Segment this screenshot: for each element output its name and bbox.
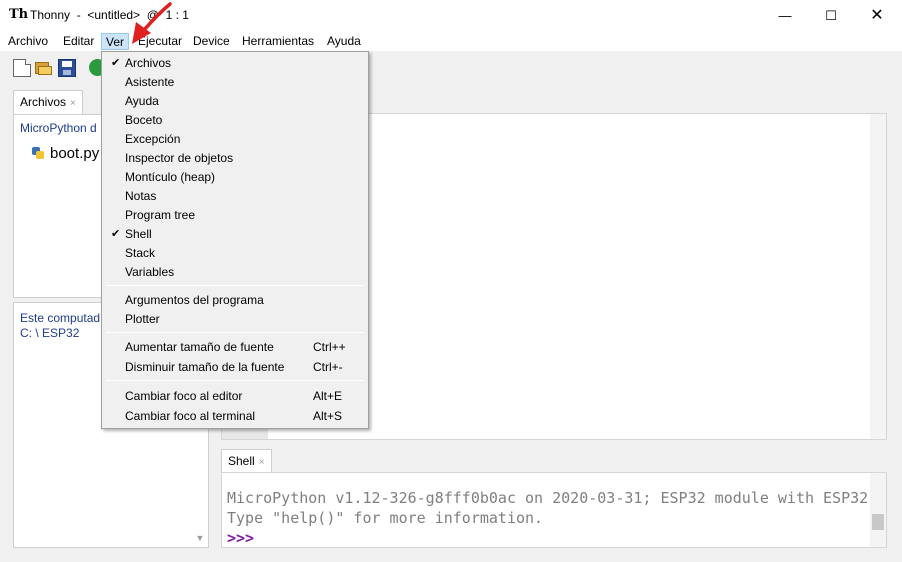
tab-close-icon[interactable]: × — [259, 457, 265, 468]
menu-separator — [106, 332, 364, 333]
device-title: MicroPython d — [20, 121, 97, 135]
computer-path[interactable]: C: \ ESP32 — [20, 326, 79, 340]
shell-prompt[interactable]: >>> — [227, 529, 254, 547]
menu-device[interactable]: Device — [189, 33, 234, 50]
python-file-icon — [32, 147, 44, 159]
menu-item-label: Stack — [125, 246, 156, 260]
scroll-down-icon[interactable]: ▼ — [194, 533, 206, 543]
menu-item-notas[interactable]: Notas — [104, 187, 366, 206]
menu-item-disminuir-fuente[interactable]: Disminuir tamaño de la fuente Ctrl+- — [104, 358, 366, 377]
tab-archivos-label: Archivos — [20, 95, 67, 109]
menu-item-aumentar-fuente[interactable]: Aumentar tamaño de fuente Ctrl++ — [104, 338, 366, 357]
menu-item-asistente[interactable]: Asistente — [104, 73, 366, 92]
menu-item-excepcion[interactable]: Excepción — [104, 130, 366, 149]
menu-item-label: Archivos — [125, 56, 172, 70]
menu-item-label: Aumentar tamaño de fuente — [125, 340, 274, 354]
menu-item-plotter[interactable]: Plotter — [104, 310, 366, 329]
menu-separator — [106, 285, 364, 286]
menu-item-label: Montículo (heap) — [125, 170, 216, 184]
view-menu-dropdown: ✔ Archivos Asistente Ayuda Boceto Excepci… — [101, 51, 369, 429]
file-item[interactable]: boot.py — [32, 145, 99, 162]
menu-item-shortcut: Ctrl++ — [313, 340, 346, 354]
shell-banner-line: MicroPython v1.12-326-g8fff0b0ac on 2020… — [227, 489, 869, 507]
menu-ayuda[interactable]: Ayuda — [323, 33, 365, 50]
menu-item-shortcut: Alt+E — [313, 389, 343, 403]
annotation-arrow-icon — [132, 2, 172, 44]
maximize-button[interactable]: ☐ — [808, 0, 854, 31]
save-icon[interactable] — [58, 59, 76, 77]
menu-item-program-tree[interactable]: Program tree — [104, 206, 366, 225]
menu-item-boceto[interactable]: Boceto — [104, 111, 366, 130]
menu-item-shortcut: Alt+S — [313, 409, 343, 423]
menu-item-ayuda[interactable]: Ayuda — [104, 92, 366, 111]
checkmark-icon: ✔ — [111, 228, 121, 240]
menu-item-shortcut: Ctrl+- — [313, 360, 343, 374]
tab-shell[interactable]: Shell × — [221, 449, 272, 473]
menu-item-label: Program tree — [125, 208, 196, 222]
editor-scrollbar[interactable] — [870, 114, 886, 439]
menu-item-stack[interactable]: Stack — [104, 244, 366, 263]
menu-item-shell[interactable]: ✔ Shell — [104, 225, 366, 244]
menu-item-label: Ayuda — [125, 94, 159, 108]
menu-item-label: Variables — [125, 265, 175, 279]
menu-separator — [106, 380, 364, 381]
checkmark-icon: ✔ — [111, 57, 121, 69]
computer-title: Este computad — [20, 311, 101, 325]
menu-item-label: Inspector de objetos — [125, 151, 234, 165]
new-file-icon[interactable] — [13, 59, 31, 77]
thonny-app-icon: Th — [9, 7, 29, 22]
menu-item-variables[interactable]: Variables — [104, 263, 366, 282]
shell-console[interactable]: MicroPython v1.12-326-g8fff0b0ac on 2020… — [221, 472, 887, 548]
menu-item-foco-editor[interactable]: Cambiar foco al editor Alt+E — [104, 387, 366, 406]
shell-help-line: Type "help()" for more information. — [227, 509, 544, 527]
menu-editar[interactable]: Editar — [59, 33, 98, 50]
close-window-button[interactable]: ✕ — [854, 0, 900, 31]
menu-item-label: Notas — [125, 189, 157, 203]
menu-item-label: Boceto — [125, 113, 163, 127]
menu-item-archivos[interactable]: ✔ Archivos — [104, 54, 366, 73]
menu-item-label: Plotter — [125, 312, 160, 326]
menu-item-label: Argumentos del programa — [125, 293, 264, 307]
menu-item-label: Cambiar foco al terminal — [125, 409, 256, 423]
menu-item-inspector[interactable]: Inspector de objetos — [104, 149, 366, 168]
menu-item-heap[interactable]: Montículo (heap) — [104, 168, 366, 187]
shell-scrollbar[interactable] — [870, 473, 886, 547]
menu-herramientas[interactable]: Herramientas — [238, 33, 318, 50]
file-name: boot.py — [50, 145, 100, 162]
tab-shell-label: Shell — [228, 454, 255, 468]
tab-archivos[interactable]: Archivos × — [13, 90, 83, 114]
tab-close-icon[interactable]: × — [70, 98, 76, 109]
menu-item-label: Shell — [125, 227, 152, 241]
menu-item-label: Excepción — [125, 132, 181, 146]
menu-archivo[interactable]: Archivo — [4, 33, 52, 50]
menu-item-argumentos[interactable]: Argumentos del programa — [104, 291, 366, 310]
menu-item-label: Cambiar foco al editor — [125, 389, 243, 403]
minimize-button[interactable]: — — [762, 0, 808, 31]
menu-item-label: Asistente — [125, 75, 175, 89]
menu-item-label: Disminuir tamaño de la fuente — [125, 360, 285, 374]
open-folder-icon[interactable] — [35, 59, 53, 77]
shell-scroll-thumb[interactable] — [872, 514, 884, 530]
menu-item-foco-terminal[interactable]: Cambiar foco al terminal Alt+S — [104, 407, 366, 426]
